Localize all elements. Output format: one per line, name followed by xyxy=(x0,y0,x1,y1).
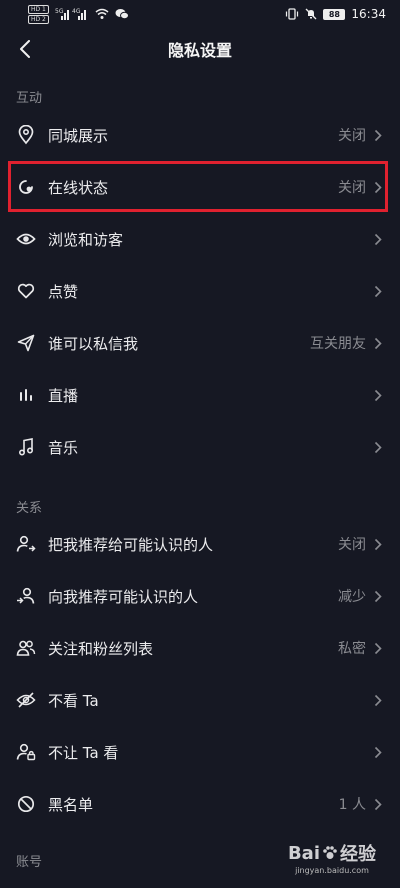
row-city-display[interactable]: 同城展示 关闭 xyxy=(0,109,400,161)
cell-signal-icon: 5G 4G xyxy=(55,8,86,20)
chevron-right-icon xyxy=(374,388,384,402)
watermark-brand-right: 经验 xyxy=(340,844,376,865)
chevron-right-icon xyxy=(374,232,384,246)
chevron-right-icon xyxy=(374,128,384,142)
chevron-right-icon xyxy=(374,336,384,350)
row-label: 把我推荐给可能认识的人 xyxy=(48,535,214,554)
row-recommend-to-me[interactable]: 向我推荐可能认识的人 减少 xyxy=(0,570,400,622)
watermark-url: jingyan.baidu.com xyxy=(295,866,369,875)
hd1-badge: HD 1 xyxy=(28,4,49,14)
row-label: 黑名单 xyxy=(48,795,94,814)
vibrate-icon xyxy=(286,8,299,20)
chevron-right-icon xyxy=(374,745,384,759)
row-blacklist[interactable]: 黑名单 1 人 xyxy=(0,778,400,830)
section-title-interaction: 互动 xyxy=(16,91,43,106)
row-label: 不看 Ta xyxy=(48,691,99,710)
row-value: 1 人 xyxy=(338,797,366,813)
status-right: 88 16:34 xyxy=(285,7,386,21)
row-hide-their-posts[interactable]: 不看 Ta xyxy=(0,674,400,726)
watermark-brand-left: Bai xyxy=(287,842,320,864)
baidu-jingyan-watermark: Bai 经验 jingyan.baidu.com xyxy=(288,840,376,876)
block-icon xyxy=(16,794,36,814)
row-hide-from-them[interactable]: 不让 Ta 看 xyxy=(0,726,400,778)
heart-icon xyxy=(16,281,36,301)
signal-label-1: 5G xyxy=(55,8,64,15)
row-music[interactable]: 音乐 xyxy=(0,421,400,473)
row-follow-fans-list[interactable]: 关注和粉丝列表 私密 xyxy=(0,622,400,674)
eye-icon xyxy=(16,229,36,249)
page-title: 隐私设置 xyxy=(167,41,232,60)
paper-plane-icon xyxy=(16,333,36,353)
section-title-relations: 关系 xyxy=(16,501,43,516)
row-label: 谁可以私信我 xyxy=(48,334,139,353)
chevron-right-icon xyxy=(374,693,384,707)
location-pin-icon xyxy=(16,125,36,145)
row-recommend-me[interactable]: 把我推荐给可能认识的人 关闭 xyxy=(0,518,400,570)
row-label: 不让 Ta 看 xyxy=(48,743,119,762)
row-label: 浏览和访客 xyxy=(48,230,124,249)
section-title-account: 账号 xyxy=(16,855,43,870)
row-value: 互关朋友 xyxy=(310,336,366,352)
mute-bell-icon xyxy=(305,8,317,20)
chevron-right-icon xyxy=(374,589,384,603)
row-label: 直播 xyxy=(48,386,79,405)
row-label: 向我推荐可能认识的人 xyxy=(48,587,199,606)
users-icon xyxy=(16,638,36,658)
row-label: 同城展示 xyxy=(48,126,109,145)
row-value: 减少 xyxy=(338,589,366,605)
chevron-right-icon xyxy=(374,537,384,551)
row-value: 关闭 xyxy=(338,128,366,144)
online-status-icon xyxy=(16,177,36,197)
row-value: 私密 xyxy=(338,641,366,657)
status-left: HD 1 HD 2 5G 4G xyxy=(28,4,129,24)
hd-indicators: HD 1 HD 2 xyxy=(28,4,49,24)
live-bars-icon xyxy=(16,385,36,405)
user-lock-icon xyxy=(16,742,36,762)
hd2-badge: HD 2 xyxy=(28,14,49,24)
row-likes[interactable]: 点赞 xyxy=(0,265,400,317)
row-live[interactable]: 直播 xyxy=(0,369,400,421)
chevron-right-icon xyxy=(374,180,384,194)
row-views-visitors[interactable]: 浏览和访客 xyxy=(0,213,400,265)
chevron-left-icon xyxy=(20,40,30,58)
user-incoming-icon xyxy=(16,586,36,606)
row-label: 音乐 xyxy=(48,438,79,457)
watermark-brand: Bai 经验 xyxy=(288,840,376,866)
chevron-right-icon xyxy=(374,641,384,655)
eye-off-icon xyxy=(16,690,36,710)
row-value: 关闭 xyxy=(338,537,366,553)
signal-label-2: 4G xyxy=(72,8,81,15)
wifi-icon xyxy=(95,8,109,19)
clock: 16:34 xyxy=(351,7,386,21)
battery-indicator: 88 xyxy=(323,8,346,20)
user-share-icon xyxy=(16,534,36,554)
row-who-can-message[interactable]: 谁可以私信我 互关朋友 xyxy=(0,317,400,369)
chevron-right-icon xyxy=(374,797,384,811)
row-label: 在线状态 xyxy=(48,178,109,197)
row-label: 关注和粉丝列表 xyxy=(48,639,154,658)
header: 隐私设置 xyxy=(0,28,400,70)
chevron-right-icon xyxy=(374,284,384,298)
wechat-icon xyxy=(115,9,129,20)
row-online-status[interactable]: 在线状态 关闭 xyxy=(0,161,400,213)
row-label: 点赞 xyxy=(48,282,79,301)
status-bar: HD 1 HD 2 5G 4G 88 16:34 xyxy=(0,0,400,28)
back-button[interactable] xyxy=(12,36,38,62)
row-value: 关闭 xyxy=(338,180,366,196)
music-note-icon xyxy=(16,437,36,457)
chevron-right-icon xyxy=(374,440,384,454)
paw-icon xyxy=(323,846,337,859)
